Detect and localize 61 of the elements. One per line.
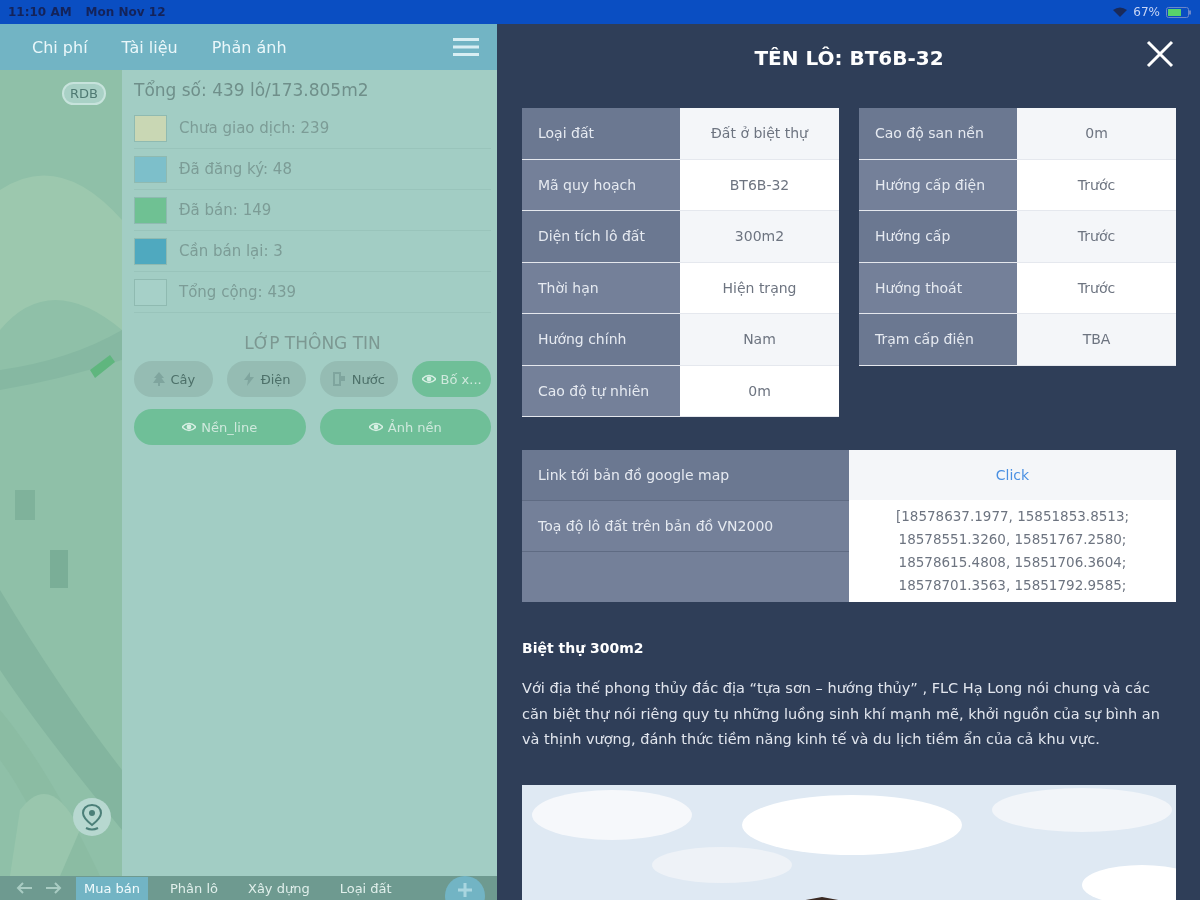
description-heading: Biệt thự 300m2 — [522, 640, 645, 656]
layer-button[interactable]: Ảnh nền — [319, 409, 491, 445]
summary-total: Tổng số: 439 lô/173.805m2 — [134, 80, 370, 100]
eye-icon — [421, 372, 436, 386]
nav-tab[interactable]: Tài liệu — [121, 37, 178, 57]
coordinate-line: 18578615.4808, 15851706.3604; — [898, 553, 1127, 572]
table-cell: Cao độ tự nhiên — [522, 365, 680, 416]
eye-icon — [368, 420, 383, 434]
table-cell: Trước — [1017, 262, 1176, 313]
layer-button[interactable]: Điện — [226, 361, 306, 397]
table-cell: Hướng chính — [522, 314, 680, 365]
table-cell: 0m — [1017, 108, 1176, 159]
layer-button[interactable]: Bố x... — [412, 361, 491, 397]
table-cell: 0m — [680, 365, 839, 416]
nav-tab[interactable]: Phản ánh — [211, 37, 287, 57]
plus-icon — [457, 882, 473, 898]
table-cell: BT6B-32 — [680, 159, 839, 210]
coordinate-line: 18578701.3563, 15851792.9585; — [898, 576, 1127, 595]
table-cell: Cao độ san nền — [859, 108, 1017, 159]
table-cell: Trước — [1017, 211, 1176, 262]
map-link[interactable]: Click — [995, 467, 1030, 483]
table-cell: Loại đất — [522, 108, 680, 159]
table-cell: Diện tích lô đất — [522, 211, 680, 262]
table-cell: Đất ở biệt thự — [680, 108, 839, 159]
table-cell: Thời hạn — [522, 262, 680, 313]
location-pin-icon — [81, 803, 103, 831]
table-cell: 300m2 — [680, 211, 839, 262]
map-badge[interactable]: RDB — [62, 82, 106, 105]
table-cell: Trước — [1017, 159, 1176, 210]
bottom-tab[interactable]: Xây dựng — [240, 876, 318, 900]
status-time: 11:10 AM — [8, 5, 72, 19]
layer-button[interactable]: Cây — [134, 361, 213, 397]
coordinate-line: 18578551.3260, 15851767.2580; — [898, 530, 1127, 549]
coordinate-line: [18578637.1977, 15851853.8513; — [895, 507, 1130, 526]
layer-button[interactable]: Nước — [319, 361, 399, 397]
bottom-tab[interactable]: Mua bán — [76, 876, 148, 900]
eye-icon — [182, 420, 197, 434]
back-arrow-icon[interactable] — [16, 882, 32, 894]
layer-button[interactable]: Nền_line — [134, 409, 306, 445]
bottom-tab[interactable]: Phân lô — [162, 876, 226, 900]
menu-icon[interactable] — [453, 37, 479, 57]
table-cell: TBA — [1017, 314, 1176, 365]
battery-percent: 67% — [1133, 5, 1160, 19]
status-date: Mon Nov 12 — [85, 5, 166, 19]
table-cell: Toạ độ lô đất trên bản đồ VN2000 — [522, 500, 849, 551]
forward-arrow-icon[interactable] — [46, 882, 62, 894]
table-cell: Hướng cấp điện — [859, 159, 1017, 210]
nav-tab[interactable]: Chi phí — [32, 37, 88, 57]
table-cell: Hướng cấp — [859, 211, 1017, 262]
detail-title: TÊN LÔ: BT6B-32 — [754, 46, 944, 70]
bottom-tab[interactable]: Loại đất — [331, 876, 400, 900]
wifi-icon — [1113, 7, 1128, 17]
table-cell: Trạm cấp điện — [859, 314, 1017, 365]
description-text: Với địa thế phong thủy đắc địa “tựa sơn – hướng thủy” , FLC Hạ Long nói chung và các căn biệt thự nói riêng quy tụ những luồng sinh khí mạnh mẽ, khởi nguồn của sự bình an và thịnh vượng, đánh thức tiềm năng kinh tế và du lịch tiềm ẩn của cả khu vực. — [522, 679, 1161, 749]
battery-icon — [1166, 6, 1192, 18]
table-cell: Hiện trạng — [680, 262, 839, 313]
table-cell: Hướng thoát — [859, 262, 1017, 313]
table-cell: Mã quy hoạch — [522, 159, 680, 210]
table-cell: Nam — [680, 314, 839, 365]
table-cell: Link tới bản đồ google map — [522, 450, 849, 500]
close-icon[interactable] — [1146, 40, 1174, 68]
